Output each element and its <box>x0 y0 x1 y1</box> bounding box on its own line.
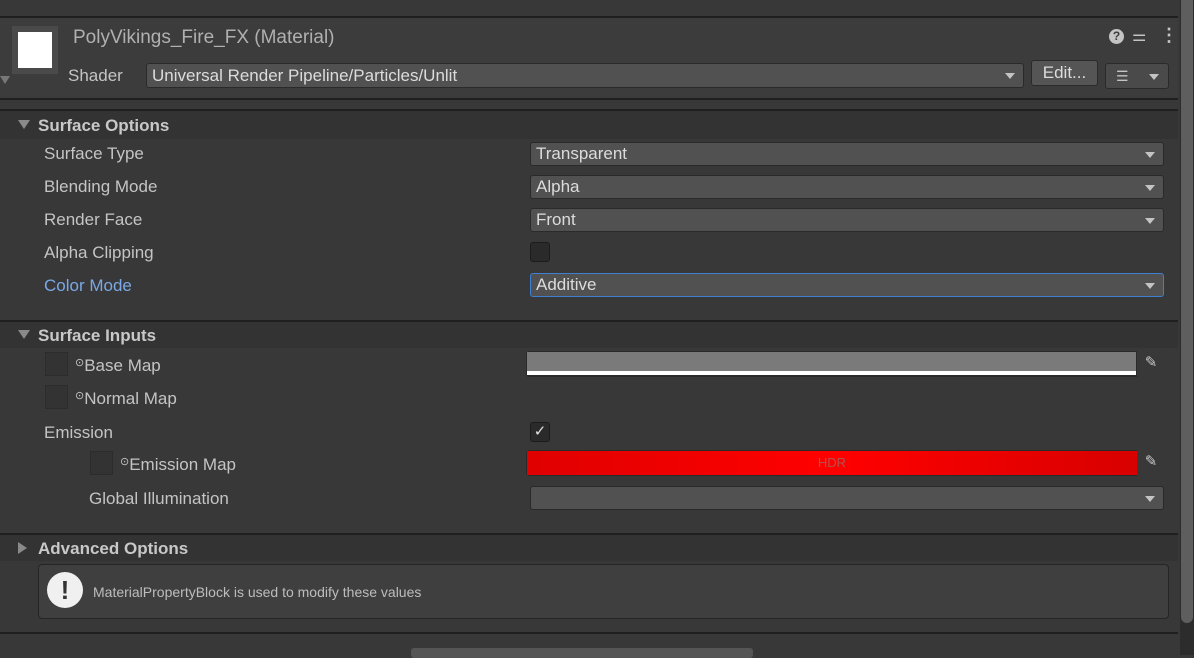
emission-checkbox[interactable]: ✓ <box>530 422 550 442</box>
base-map-label: Base Map <box>84 356 161 375</box>
material-preview-thumbnail[interactable] <box>12 26 58 74</box>
help-icon[interactable]: ? <box>1109 29 1124 44</box>
more-menu-icon[interactable]: ⋮ <box>1160 25 1178 46</box>
alpha-clipping-checkbox[interactable] <box>530 242 550 262</box>
color-mode-label: Color Mode <box>44 276 132 295</box>
render-face-label: Render Face <box>44 210 143 229</box>
warning-icon: ! <box>47 572 83 608</box>
dropdown-value: Front <box>536 210 576 229</box>
normal-map-texture-slot[interactable] <box>45 385 68 409</box>
foldout-expanded-icon <box>18 330 30 339</box>
object-picker-icon[interactable]: ⊙ <box>75 357 84 369</box>
preset-sliders-icon[interactable]: ⚌ <box>1132 26 1146 46</box>
alpha-clipping-label: Alpha Clipping <box>44 243 154 262</box>
help-box: ! MaterialPropertyBlock is used to modif… <box>38 564 1169 619</box>
foldout-collapsed-icon <box>18 542 27 554</box>
base-map-color-field[interactable]: ✎ <box>526 351 1165 377</box>
object-picker-icon[interactable]: ⊙ <box>75 390 84 402</box>
render-face-dropdown[interactable]: Front <box>530 208 1164 232</box>
foldout-expanded-icon <box>18 120 30 129</box>
blending-mode-dropdown[interactable]: Alpha <box>530 175 1164 199</box>
global-illumination-dropdown[interactable] <box>530 486 1164 510</box>
section-title: Advanced Options <box>38 539 189 558</box>
shader-dropdown[interactable]: Universal Render Pipeline/Particles/Unli… <box>146 63 1024 88</box>
add-component-button[interactable] <box>411 648 753 658</box>
surface-type-dropdown[interactable]: Transparent <box>530 142 1164 166</box>
emission-map-label: Emission Map <box>129 455 236 474</box>
help-message: MaterialPropertyBlock is used to modify … <box>93 584 422 600</box>
material-header: PolyVikings_Fire_FX (Material) Shader Un… <box>0 18 1178 98</box>
base-map-texture-slot[interactable] <box>45 352 68 376</box>
section-title: Surface Options <box>38 116 170 135</box>
shader-label: Shader <box>68 66 123 85</box>
eyedropper-icon[interactable]: ✎ <box>1137 351 1165 377</box>
chevron-down-icon <box>1145 152 1155 158</box>
chevron-down-icon <box>1145 185 1155 191</box>
dropdown-value: Transparent <box>536 144 628 163</box>
dropdown-value: Additive <box>536 275 597 294</box>
scrollbar[interactable] <box>1180 0 1194 655</box>
chevron-down-icon <box>1149 74 1159 80</box>
list-icon: ☰ <box>1116 68 1129 84</box>
blending-mode-label: Blending Mode <box>44 177 158 196</box>
chevron-down-icon <box>1145 283 1155 289</box>
edit-shader-button[interactable]: Edit... <box>1031 60 1098 86</box>
surface-inputs-header[interactable]: Surface Inputs <box>0 322 1178 348</box>
chevron-down-icon <box>1145 218 1155 224</box>
eyedropper-icon[interactable]: ✎ <box>1137 450 1165 476</box>
emission-map-texture-slot[interactable] <box>90 451 113 475</box>
global-illumination-label: Global Illumination <box>89 489 229 508</box>
surface-type-label: Surface Type <box>44 144 144 163</box>
chevron-down-icon <box>1145 496 1155 502</box>
dropdown-value: Alpha <box>536 177 580 196</box>
normal-map-label: Normal Map <box>84 389 177 408</box>
section-title: Surface Inputs <box>38 326 157 345</box>
scrollbar-thumb[interactable] <box>1181 0 1193 623</box>
shader-options-button[interactable]: ☰ <box>1105 63 1169 89</box>
emission-label: Emission <box>44 423 113 442</box>
shader-value: Universal Render Pipeline/Particles/Unli… <box>152 66 458 85</box>
object-picker-icon[interactable]: ⊙ <box>120 456 129 468</box>
advanced-options-header[interactable]: Advanced Options <box>0 535 1178 561</box>
foldout-arrow-icon[interactable] <box>0 76 10 84</box>
emission-color-field[interactable]: HDR ✎ <box>526 450 1165 476</box>
surface-options-header[interactable]: Surface Options <box>0 111 1178 139</box>
chevron-down-icon <box>1005 73 1015 79</box>
material-title: PolyVikings_Fire_FX (Material) <box>73 27 335 48</box>
hdr-label: HDR <box>527 451 1137 475</box>
color-mode-dropdown[interactable]: Additive <box>530 273 1164 297</box>
